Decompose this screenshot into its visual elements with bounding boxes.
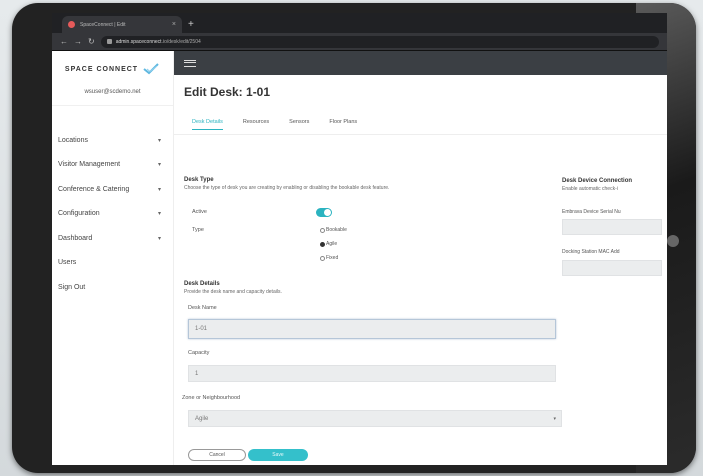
radio-bookable[interactable]: Bookable bbox=[320, 227, 347, 233]
browser-addressbar: ← → ↻ admin.spaceconnect.io/desk/edit/25… bbox=[52, 33, 667, 51]
radio-circle-checked[interactable] bbox=[320, 241, 325, 247]
docking-mac-label: Docking Station MAC Add bbox=[562, 249, 620, 255]
active-toggle[interactable] bbox=[316, 208, 332, 217]
url-text: admin.spaceconnect.io/desk/edit/2504 bbox=[115, 38, 201, 45]
user-email: wsuser@scdemo.net bbox=[52, 87, 173, 106]
capacity-input[interactable]: 1 bbox=[188, 365, 556, 382]
tab-close-icon[interactable]: × bbox=[172, 21, 176, 28]
chevron-down-icon: ▾ bbox=[157, 211, 161, 218]
new-tab-button[interactable]: + bbox=[188, 16, 194, 33]
hamburger-menu-icon[interactable] bbox=[184, 59, 196, 67]
desk-type-title: Desk Type bbox=[184, 177, 214, 183]
desk-type-section: Desk Type Choose the type of desk you ar… bbox=[184, 177, 389, 191]
chevron-down-icon: ▾ bbox=[553, 415, 556, 422]
sidebar-item-configuration[interactable]: Configuration ▾ bbox=[52, 202, 173, 227]
tab-sensors[interactable]: Sensors bbox=[289, 119, 309, 129]
app: SPACE CONNECT wsuser@scdemo.net Location… bbox=[52, 51, 667, 465]
reload-icon[interactable]: ↻ bbox=[88, 37, 95, 46]
browser-tab-title: SpaceConnect | Edit bbox=[80, 21, 126, 28]
radio-circle[interactable] bbox=[320, 255, 325, 261]
chevron-down-icon: ▾ bbox=[157, 186, 161, 193]
zone-label: Zone or Neighbourhood bbox=[182, 395, 241, 401]
back-arrow-icon[interactable]: ← bbox=[60, 37, 68, 46]
tablet-screen: SpaceConnect | Edit × + ← → ↻ admin.spac… bbox=[52, 13, 667, 465]
active-label: Active bbox=[192, 209, 207, 215]
forward-arrow-icon[interactable]: → bbox=[74, 37, 82, 46]
entrance-serial-label: Embrava Device Serial Nu bbox=[562, 209, 621, 215]
desk-details-description: Provide the desk name and capacity detai… bbox=[184, 289, 282, 295]
desk-details-title: Desk Details bbox=[184, 281, 220, 287]
sidebar: SPACE CONNECT wsuser@scdemo.net Location… bbox=[52, 51, 174, 465]
sidebar-menu: Locations ▾ Visitor Management ▾ Conferenc… bbox=[52, 128, 173, 300]
capacity-label: Capacity bbox=[188, 350, 210, 356]
docking-mac-input[interactable] bbox=[562, 260, 662, 276]
zone-select[interactable]: Agile ▾ bbox=[188, 410, 562, 427]
desk-details-section: Desk Details Provide the desk name and c… bbox=[184, 281, 282, 295]
chevron-down-icon: ▾ bbox=[157, 235, 161, 242]
chevron-down-icon: ▾ bbox=[157, 137, 161, 144]
logo-text: SPACE CONNECT bbox=[64, 65, 139, 73]
sidebar-item-locations[interactable]: Locations ▾ bbox=[52, 128, 173, 153]
radio-fixed[interactable]: Fixed bbox=[320, 255, 338, 261]
chevron-down-icon: ▾ bbox=[157, 162, 161, 169]
tab-resources[interactable]: Resources bbox=[243, 119, 269, 129]
device-connection-description: Enable automatic check-i bbox=[562, 186, 618, 192]
browser-tab[interactable]: SpaceConnect | Edit × bbox=[62, 16, 182, 33]
type-label: Type bbox=[192, 227, 204, 233]
favicon-icon bbox=[68, 21, 75, 28]
desk-name-label: Desk Name bbox=[188, 305, 217, 311]
desk-type-description: Choose the type of desk you are creating… bbox=[184, 185, 390, 191]
tablet-camera bbox=[667, 235, 679, 247]
browser-tabbar: SpaceConnect | Edit × + bbox=[52, 13, 667, 33]
logo-checkmark-icon bbox=[143, 63, 159, 75]
logo[interactable]: SPACE CONNECT bbox=[52, 51, 173, 87]
sidebar-item-sign-out[interactable]: Sign Out bbox=[52, 275, 173, 300]
save-button[interactable]: Save bbox=[248, 449, 308, 461]
app-topbar bbox=[174, 51, 667, 75]
desk-tabs: Desk Details Resources Sensors Floor Pla… bbox=[174, 119, 667, 135]
sidebar-item-conference-catering[interactable]: Conference & Catering ▾ bbox=[52, 177, 173, 202]
tab-floor-plans[interactable]: Floor Plans bbox=[329, 119, 357, 129]
lock-icon bbox=[106, 39, 112, 44]
tablet-device: SpaceConnect | Edit × + ← → ↻ admin.spac… bbox=[12, 3, 696, 473]
radio-agile[interactable]: Agile bbox=[320, 241, 337, 247]
cancel-button[interactable]: Cancel bbox=[188, 449, 246, 461]
radio-circle[interactable] bbox=[320, 227, 325, 233]
main-content: Edit Desk: 1-01 Desk Details Resources S… bbox=[174, 51, 667, 465]
sidebar-item-visitor-management[interactable]: Visitor Management ▾ bbox=[52, 153, 173, 178]
sidebar-item-users[interactable]: Users bbox=[52, 251, 173, 276]
url-bar[interactable]: admin.spaceconnect.io/desk/edit/2504 bbox=[100, 35, 659, 48]
page-title: Edit Desk: 1-01 bbox=[184, 85, 271, 99]
device-connection-title: Desk Device Connection bbox=[562, 178, 633, 184]
device-connection-panel: Desk Device Connection Enable automatic … bbox=[562, 178, 662, 192]
entrance-serial-input[interactable] bbox=[562, 219, 662, 235]
tab-desk-details[interactable]: Desk Details bbox=[192, 119, 223, 130]
sidebar-item-dashboard[interactable]: Dashboard ▾ bbox=[52, 226, 173, 251]
desk-name-input[interactable]: 1-01 bbox=[188, 319, 556, 339]
